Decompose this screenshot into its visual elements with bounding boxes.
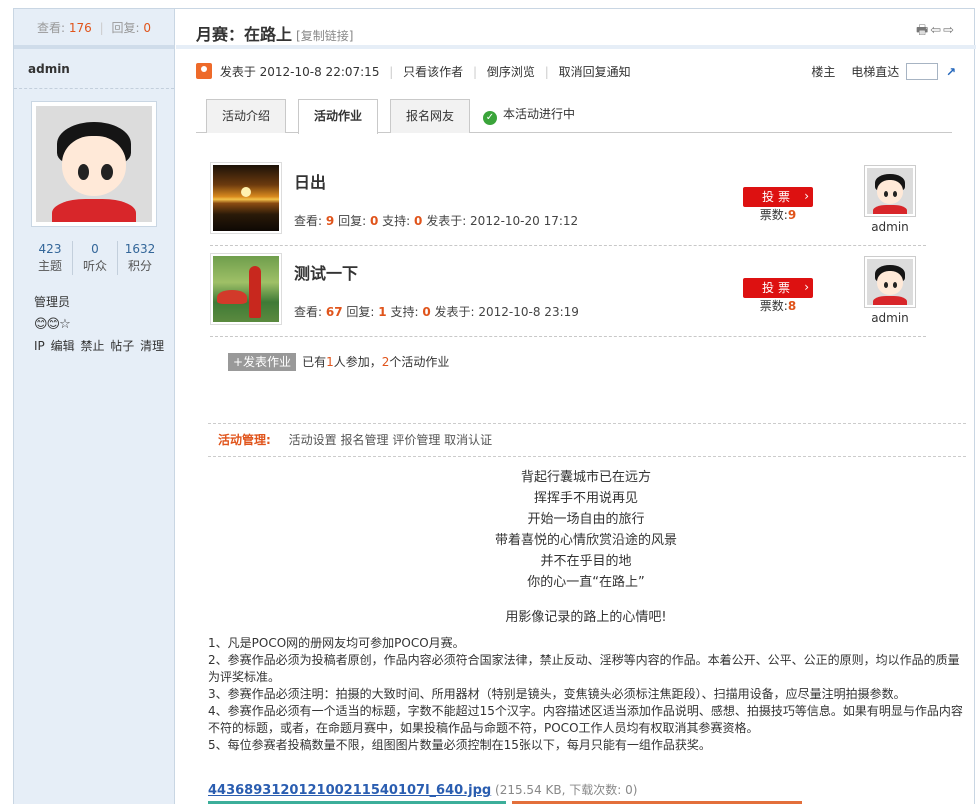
author-role[interactable]: 管理员 [34,293,70,310]
op-posts[interactable]: 帖子 [110,339,134,353]
add-work-row: +发表作业 已有1人参加，2个活动作业 [228,353,449,371]
work-author-name[interactable]: admin [864,311,916,325]
manage-settings[interactable]: 活动设置 [289,433,337,447]
cancel-notify-link[interactable]: 取消回复通知 [559,65,631,79]
work-meta: 查看: 9 回复: 0 支持: 0 发表于: 2012-10-20 17:12 [294,214,579,228]
activity-status: ✓ 本活动进行中 [483,105,575,125]
post-poem: 背起行囊城市已在远方 挥挥手不用说再见 开始一场自由的旅行 带着喜悦的心情欣赏沿… [206,467,966,628]
floor-controls: 楼主 电梯直达 ↗ [811,61,956,83]
thread-header: 月赛：在路上 [复制链接] 🖶⇦⇨ [176,9,976,49]
manage-signup[interactable]: 报名管理 [340,433,388,447]
work-thumbnail[interactable] [210,162,282,234]
post-main: 月赛：在路上 [复制链接] 🖶⇦⇨ 发表于 2012-10-8 22:07:15 … [176,9,976,804]
copy-link[interactable]: [复制链接] [296,29,353,43]
floor-owner-label: 楼主 [811,65,836,79]
manage-label: 活动管理: [218,433,271,447]
attachment-info: (215.54 KB, 下载次数: 0) [495,783,638,797]
stat-listeners[interactable]: 0 听众 [72,241,117,275]
thread-stats: 查看: 176 | 回复: 0 [14,9,174,49]
vote-box: 投票 票数:8 [743,277,813,314]
views-count: 176 [68,21,92,35]
post-slogan: 用影像记录的路上的心情吧! [505,610,667,625]
print-prev-next-icons[interactable]: 🖶⇦⇨ [916,21,956,43]
avatar-image [36,106,152,222]
manage-review[interactable]: 评价管理 [392,433,440,447]
work-title[interactable]: 测试一下 [294,260,358,284]
activity-tabs: 活动介绍 活动作业 报名网友 ✓ 本活动进行中 [196,97,952,134]
add-work-button[interactable]: +发表作业 [228,353,297,371]
vote-button[interactable]: 投票 [743,186,813,207]
activity-manage-bar: 活动管理: 活动设置 报名管理 评价管理 取消认证 [208,423,966,457]
author-stats: 423 主题 0 听众 1632 积分 [28,241,162,275]
manage-cancel-cert[interactable]: 取消认证 [444,433,492,447]
work-author[interactable]: admin [864,256,916,325]
attachment: 443689312012100211540107l_640.jpg (215.5… [208,781,637,798]
stat-topics[interactable]: 423 主题 [28,241,72,275]
op-clean[interactable]: 清理 [140,339,164,353]
vote-box: 投票 票数:9 [743,186,813,223]
author-avatar[interactable] [31,101,157,227]
post-date: 发表于 2012-10-8 22:07:15 [219,65,380,79]
op-ip[interactable]: IP [34,339,45,353]
check-icon: ✓ [483,111,497,125]
medal-icons: 😊😊☆ [34,317,71,332]
online-user-icon [196,63,212,79]
stat-points[interactable]: 1632 积分 [117,241,162,275]
work-title[interactable]: 日出 [294,169,326,193]
op-edit[interactable]: 编辑 [51,339,75,353]
reverse-order-link[interactable]: 倒序浏览 [487,65,535,79]
thread-title: 月赛：在路上 [复制链接] [196,25,354,44]
admin-ops: IP 编辑 禁止 帖子 清理 [34,337,164,354]
tab-intro[interactable]: 活动介绍 [206,99,286,133]
replies-count: 0 [143,21,151,35]
work-thumbnail[interactable] [210,253,282,325]
elevator-input[interactable] [906,63,939,80]
post-info-bar: 发表于 2012-10-8 22:07:15 | 只看该作者 | 倒序浏览 | … [196,61,956,83]
works-list: 日出 查看: 9 回复: 0 支持: 0 发表于: 2012-10-20 17:… [210,155,926,337]
work-author[interactable]: admin [864,165,916,234]
attachment-link[interactable]: 443689312012100211540107l_640.jpg [208,783,491,798]
go-icon[interactable]: ↗ [946,65,956,79]
vote-count: 票数:8 [759,299,797,313]
tab-signup[interactable]: 报名网友 [390,99,470,133]
vote-count: 票数:9 [759,208,797,222]
list-item: 日出 查看: 9 回复: 0 支持: 0 发表于: 2012-10-20 17:… [210,155,926,246]
work-author-name[interactable]: admin [864,220,916,234]
tab-works[interactable]: 活动作业 [298,99,378,134]
author-sidebar: 查看: 176 | 回复: 0 admin 423 主题 0 听众 1632 积… [14,9,175,804]
op-ban[interactable]: 禁止 [80,339,104,353]
author-name[interactable]: admin [14,49,174,89]
author-only-link[interactable]: 只看该作者 [403,65,463,79]
contest-rules: 1、凡是POCO网的册网友均可参加POCO月赛。 2、参赛作品必须为投稿者原创，… [208,636,963,752]
list-item: 测试一下 查看: 67 回复: 1 支持: 0 发表于: 2012-10-8 2… [210,246,926,337]
vote-button[interactable]: 投票 [743,277,813,298]
elevator-label: 电梯直达 [851,65,900,79]
thread-frame: 查看: 176 | 回复: 0 admin 423 主题 0 听众 1632 积… [13,8,976,804]
work-meta: 查看: 67 回复: 1 支持: 0 发表于: 2012-10-8 23:19 [294,305,579,319]
